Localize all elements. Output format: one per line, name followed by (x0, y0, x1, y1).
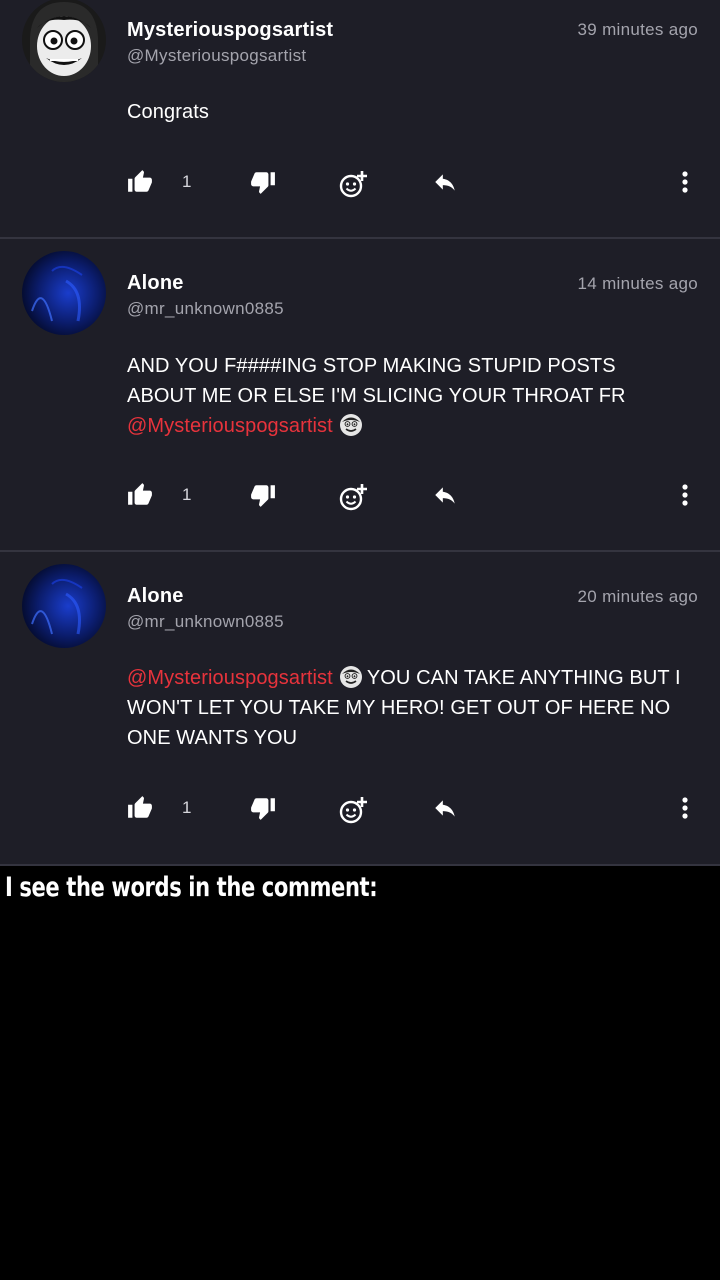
thumbs-down-icon (251, 485, 275, 507)
thumbs-up-icon (128, 483, 152, 505)
dark-blue-avatar-icon (22, 564, 106, 648)
reply-button[interactable] (430, 169, 460, 200)
reply-button[interactable] (430, 482, 460, 513)
mention-link[interactable]: @Mysteriouspogsartist (127, 667, 333, 689)
dark-blue-avatar-icon (22, 251, 106, 335)
comment-timestamp: 14 minutes ago (577, 274, 698, 293)
reply-icon (435, 487, 455, 504)
dislike-button[interactable] (250, 795, 276, 826)
thumbs-up-icon (128, 170, 152, 192)
comment-author-name[interactable]: Mysteriouspogsartist (127, 19, 333, 42)
avatar[interactable] (22, 0, 106, 82)
comment-author-handle[interactable]: @Mysteriouspogsartist (127, 46, 306, 66)
more-options-button[interactable] (674, 169, 696, 200)
comment-text: AND YOU F####ING STOP MAKING STUPID POST… (127, 351, 687, 441)
thumbs-down-icon (251, 172, 275, 194)
add-reaction-button[interactable] (338, 169, 368, 204)
reply-icon (435, 174, 455, 191)
dislike-button[interactable] (250, 482, 276, 513)
comment-author-handle[interactable]: @mr_unknown0885 (127, 299, 284, 319)
cartoon-face-avatar-icon (22, 0, 106, 82)
add-reaction-button[interactable] (338, 795, 368, 830)
reply-button[interactable] (430, 795, 460, 826)
comment-feed: Mysteriouspogsartist @Mysteriouspogsarti… (0, 0, 720, 866)
comment-text: @Mysteriouspogsartist YOU CAN TAKE ANYTHI… (127, 663, 687, 753)
like-count: 1 (182, 172, 192, 191)
comment-timestamp: 20 minutes ago (577, 587, 698, 606)
thumbs-down-icon (251, 798, 275, 820)
like-count: 1 (182, 798, 192, 817)
more-options-button[interactable] (674, 795, 696, 826)
comment-text: Congrats (127, 101, 209, 123)
comment-actions: 1 (0, 476, 720, 516)
face-emoji-icon (339, 413, 363, 437)
comment-actions: 1 (0, 163, 720, 203)
mention-link[interactable]: @Mysteriouspogsartist (127, 415, 333, 437)
avatar[interactable] (22, 251, 106, 335)
more-vertical-icon (682, 171, 688, 193)
comment-actions: 1 (0, 789, 720, 829)
comment-item: Alone @mr_unknown0885 14 minutes ago AND… (0, 239, 720, 552)
comment-text-main: AND YOU F####ING STOP MAKING STUPID POST… (127, 355, 626, 407)
reply-icon (435, 800, 455, 817)
add-reaction-icon (339, 797, 367, 824)
comment-timestamp: 39 minutes ago (577, 20, 698, 39)
like-count: 1 (182, 485, 192, 504)
comment-item: Mysteriouspogsartist @Mysteriouspogsarti… (0, 0, 720, 239)
avatar[interactable] (22, 564, 106, 648)
comment-author-name[interactable]: Alone (127, 272, 184, 295)
more-vertical-icon (682, 797, 688, 819)
add-reaction-icon (339, 484, 367, 511)
like-button[interactable] (127, 795, 153, 826)
comment-author-handle[interactable]: @mr_unknown0885 (127, 612, 284, 632)
add-reaction-button[interactable] (338, 482, 368, 517)
like-button[interactable] (127, 169, 153, 200)
like-button[interactable] (127, 482, 153, 513)
video-caption: I see the words in the comment: (5, 872, 378, 903)
comment-item: Alone @mr_unknown0885 20 minutes ago @My… (0, 552, 720, 866)
thumbs-up-icon (128, 796, 152, 818)
face-emoji-icon (339, 665, 363, 689)
more-options-button[interactable] (674, 482, 696, 513)
comment-author-name[interactable]: Alone (127, 585, 184, 608)
add-reaction-icon (339, 171, 367, 198)
more-vertical-icon (682, 484, 688, 506)
dislike-button[interactable] (250, 169, 276, 200)
